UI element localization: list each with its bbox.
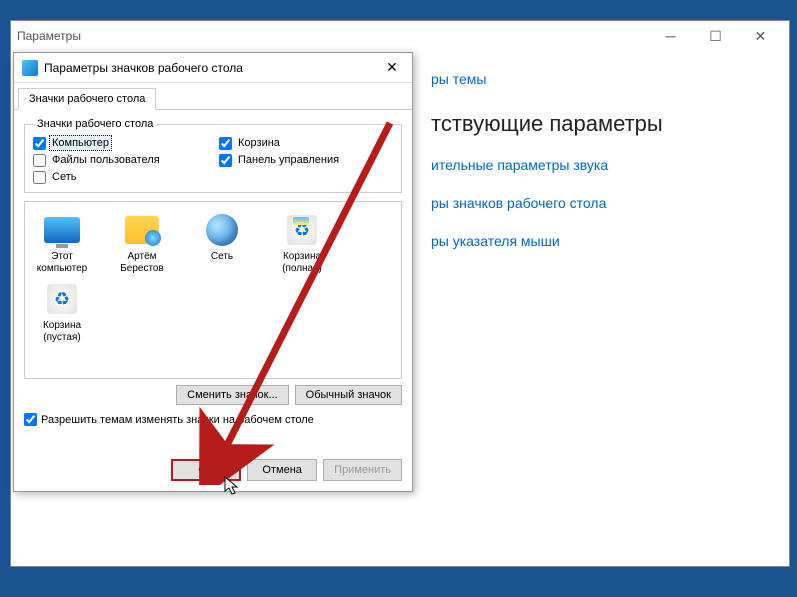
allow-themes-row: Разрешить темам изменять значки на рабоч… [24, 413, 402, 426]
tab-strip: Значки рабочего стола [14, 83, 412, 109]
dialog-titlebar: Параметры значков рабочего стола ✕ [14, 53, 412, 83]
checkbox-label[interactable]: Компьютер [50, 136, 111, 150]
apply-button[interactable]: Применить [323, 459, 402, 481]
checkbox-row-2: Файлы пользователя [33, 153, 207, 167]
checkbox-label[interactable]: Панель управления [236, 153, 341, 167]
default-icon-button[interactable]: Обычный значок [295, 385, 402, 405]
checkbox-label[interactable]: Файлы пользователя [50, 153, 162, 167]
icon-preview-area[interactable]: Этот компьютер Артём Берестов Сеть Корзина … [24, 201, 402, 379]
icon-label: Этот компьютер [31, 251, 93, 275]
change-icon-button[interactable]: Сменить значок... [176, 385, 289, 405]
settings-title: Параметры [17, 29, 81, 43]
theme-params-link[interactable]: ры темы [431, 71, 789, 87]
checkbox-row-4: Сеть [33, 170, 207, 184]
icon-item-4[interactable]: Корзина (пустая) [31, 281, 93, 344]
close-button[interactable]: ✕ [738, 21, 783, 51]
icon-item-0[interactable]: Этот компьютер [31, 212, 93, 275]
computer-icon [44, 212, 80, 248]
recycle-empty-icon [44, 281, 80, 317]
dialog-icon [22, 60, 38, 76]
icon-label: Артём Берестов [111, 251, 173, 275]
icon-label: Корзина (полная) [271, 251, 333, 275]
minimize-button[interactable]: ─ [648, 21, 693, 51]
dialog-content: Значки рабочего стола Компьютер Корзина Фа… [14, 109, 412, 450]
checkbox-Компьютер[interactable] [33, 137, 46, 150]
checkbox-Файлы пользователя[interactable] [33, 154, 46, 167]
network-icon [204, 212, 240, 248]
checkbox-row-1: Корзина [219, 136, 393, 150]
ok-button[interactable]: OK [171, 459, 241, 481]
related-settings-heading: тствующие параметры [431, 111, 789, 137]
icon-item-3[interactable]: Корзина (полная) [271, 212, 333, 275]
icon-label: Сеть [191, 251, 253, 263]
dialog-footer: OK Отмена Применить [171, 459, 402, 481]
icons-group: Значки рабочего стола Компьютер Корзина Фа… [24, 118, 402, 193]
allow-themes-checkbox[interactable] [24, 413, 37, 426]
icons-group-label: Значки рабочего стола [33, 118, 157, 130]
cancel-button[interactable]: Отмена [247, 459, 317, 481]
desktop-icons-dialog: Параметры значков рабочего стола ✕ Значк… [13, 52, 413, 492]
icon-item-2[interactable]: Сеть [191, 212, 253, 275]
checkbox-label[interactable]: Сеть [50, 170, 78, 184]
checkbox-Панель управления[interactable] [219, 154, 232, 167]
checkbox-row-3: Панель управления [219, 153, 393, 167]
sound-params-link[interactable]: ительные параметры звука [431, 157, 789, 173]
icon-label: Корзина (пустая) [31, 320, 93, 344]
user-folder-icon [124, 212, 160, 248]
settings-titlebar: Параметры ─ ☐ ✕ [11, 21, 789, 51]
checkbox-Корзина[interactable] [219, 137, 232, 150]
checkbox-label[interactable]: Корзина [236, 136, 282, 150]
mouse-pointer-params-link[interactable]: ры указателя мыши [431, 233, 789, 249]
desktop-icons-params-link[interactable]: ры значков рабочего стола [431, 195, 789, 211]
checkbox-Сеть[interactable] [33, 171, 46, 184]
tab-desktop-icons[interactable]: Значки рабочего стола [18, 88, 156, 110]
maximize-button[interactable]: ☐ [693, 21, 738, 51]
dialog-title: Параметры значков рабочего стола [44, 61, 243, 75]
icon-item-1[interactable]: Артём Берестов [111, 212, 173, 275]
checkbox-row-0: Компьютер [33, 136, 207, 150]
recycle-full-icon [284, 212, 320, 248]
related-links: ительные параметры звука ры значков рабо… [431, 157, 789, 249]
dialog-close-button[interactable]: ✕ [380, 56, 404, 80]
allow-themes-label: Разрешить темам изменять значки на рабоч… [41, 414, 314, 426]
